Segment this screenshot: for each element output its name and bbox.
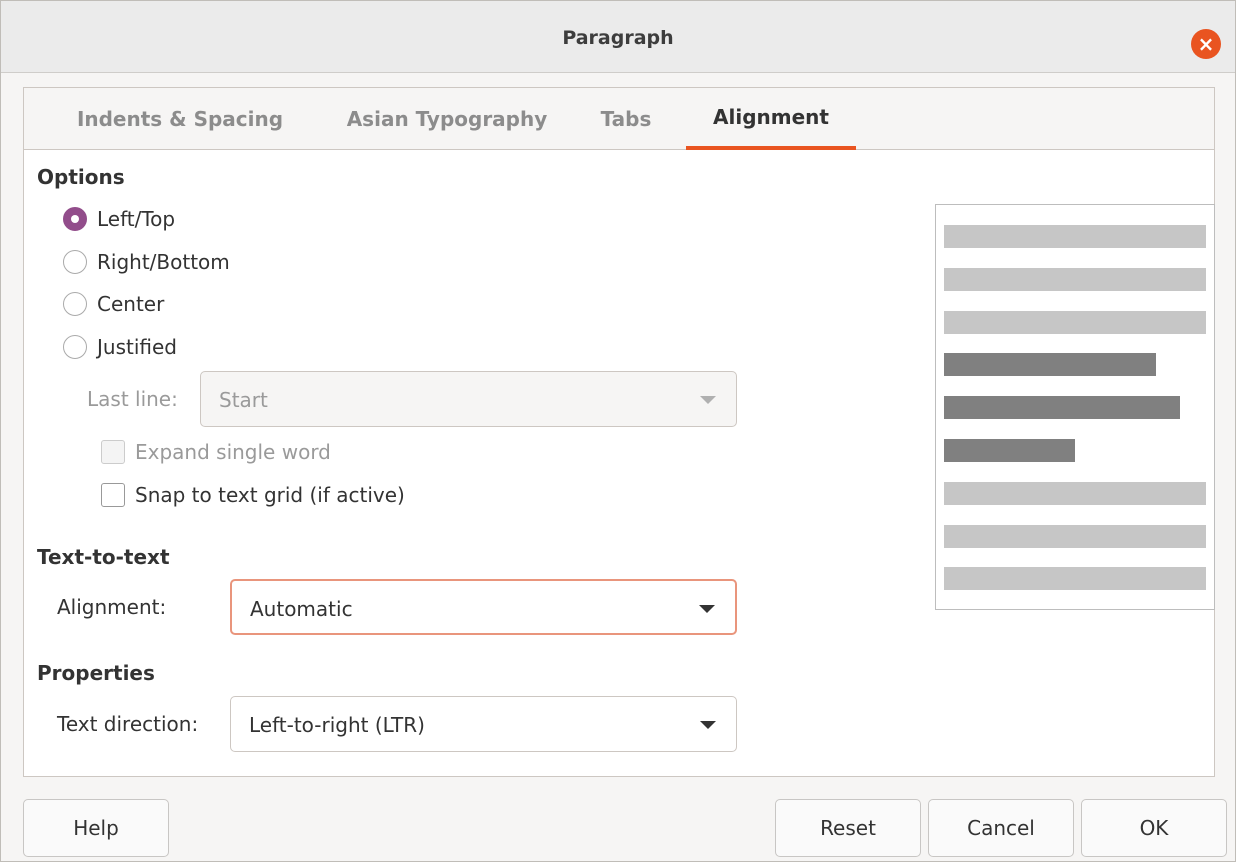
- radio-justified[interactable]: [63, 335, 87, 359]
- radio-right-bottom[interactable]: [63, 250, 87, 274]
- title-bar: Paragraph ×: [1, 1, 1235, 73]
- preview-line: [944, 353, 1156, 376]
- alignment-preview: [935, 204, 1215, 610]
- tab-asian-typography[interactable]: Asian Typography: [324, 88, 570, 150]
- text-direction-label: Text direction:: [57, 712, 199, 736]
- preview-line: [944, 225, 1206, 248]
- last-line-value: Start: [219, 388, 268, 412]
- tab-tabs[interactable]: Tabs: [590, 88, 662, 150]
- chevron-down-icon: [700, 721, 716, 729]
- alignment-label: Alignment:: [57, 595, 167, 619]
- radio-left-top-label[interactable]: Left/Top: [97, 207, 175, 231]
- reset-button[interactable]: Reset: [775, 799, 921, 857]
- last-line-select[interactable]: Start: [200, 371, 737, 427]
- radio-right-bottom-label[interactable]: Right/Bottom: [97, 250, 230, 274]
- preview-line: [944, 268, 1206, 291]
- alignment-select[interactable]: Automatic: [230, 579, 737, 635]
- properties-heading: Properties: [37, 661, 155, 685]
- dialog-title: Paragraph: [562, 27, 674, 49]
- options-heading: Options: [37, 165, 125, 189]
- tab-bar: Indents & Spacing Asian Typography Tabs …: [24, 88, 1214, 150]
- ok-button[interactable]: OK: [1081, 799, 1227, 857]
- preview-line: [944, 567, 1206, 590]
- radio-justified-label[interactable]: Justified: [97, 335, 177, 359]
- preview-line: [944, 439, 1075, 462]
- tab-alignment[interactable]: Alignment: [686, 88, 856, 150]
- preview-line: [944, 311, 1206, 334]
- preview-line: [944, 396, 1180, 419]
- radio-center[interactable]: [63, 292, 87, 316]
- tab-indents-spacing[interactable]: Indents & Spacing: [50, 88, 310, 150]
- last-line-label: Last line:: [87, 387, 178, 411]
- preview-line: [944, 482, 1206, 505]
- text-to-text-heading: Text-to-text: [37, 545, 170, 569]
- text-direction-select[interactable]: Left-to-right (LTR): [230, 696, 737, 752]
- alignment-value: Automatic: [250, 597, 353, 621]
- snap-to-grid-label[interactable]: Snap to text grid (if active): [135, 483, 405, 507]
- close-button[interactable]: ×: [1191, 29, 1221, 59]
- paragraph-dialog: Paragraph × Indents & Spacing Asian Typo…: [0, 0, 1236, 862]
- preview-line: [944, 525, 1206, 548]
- radio-left-top[interactable]: [63, 207, 87, 231]
- text-direction-value: Left-to-right (LTR): [249, 713, 425, 737]
- cancel-button[interactable]: Cancel: [928, 799, 1074, 857]
- snap-to-grid-checkbox[interactable]: [101, 483, 125, 507]
- chevron-down-icon: [699, 605, 715, 613]
- close-icon: ×: [1197, 32, 1215, 56]
- expand-single-word-checkbox[interactable]: [101, 440, 125, 464]
- chevron-down-icon: [700, 396, 716, 404]
- radio-center-label[interactable]: Center: [97, 292, 164, 316]
- help-button[interactable]: Help: [23, 799, 169, 857]
- expand-single-word-label[interactable]: Expand single word: [135, 440, 331, 464]
